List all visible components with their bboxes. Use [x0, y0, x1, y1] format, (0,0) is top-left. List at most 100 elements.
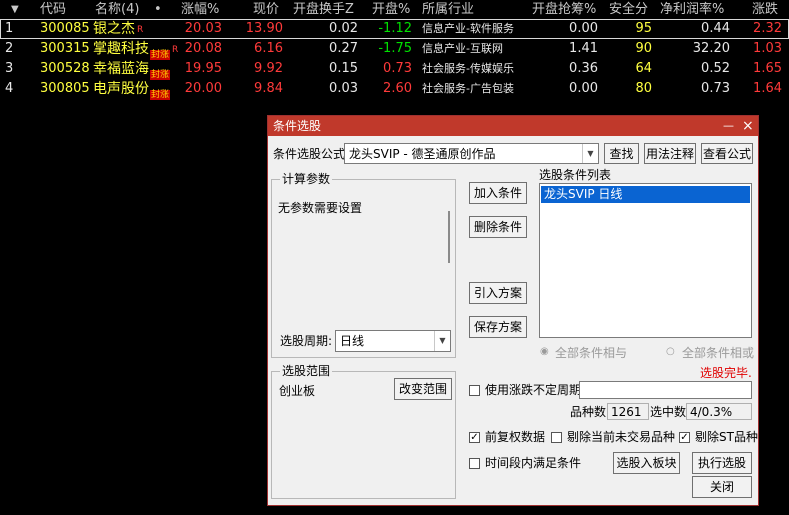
- price: 9.92: [254, 61, 283, 76]
- col-header-name[interactable]: 名称(4): [95, 0, 139, 19]
- delete-condition-button[interactable]: 删除条件: [469, 216, 527, 238]
- stock-code: 300528: [40, 61, 90, 76]
- col-header-open-chip[interactable]: 开盘抢筹%: [532, 0, 596, 19]
- chevron-down-icon[interactable]: ▼: [582, 144, 598, 163]
- table-row[interactable]: 1 300085 20.03 13.90 0.02 -1.12 信息产业-软件服务 0.00 9…: [0, 19, 789, 39]
- change-range-button[interactable]: 改变范围: [394, 378, 452, 400]
- view-formula-button[interactable]: 查看公式: [701, 143, 753, 164]
- table-row[interactable]: 3 300528 19.95 9.92 0.15 0.73 社会服务-传媒娱乐 0.36 64 0…: [0, 59, 789, 80]
- sort-indicator-icon[interactable]: ▼: [11, 0, 19, 19]
- use-period-checkbox[interactable]: [469, 385, 480, 396]
- col-header-code[interactable]: 代码: [40, 0, 66, 19]
- stock-name-cell: 掌趣科技 封涨 R: [93, 39, 178, 60]
- run-selection-button[interactable]: 执行选股: [692, 452, 752, 474]
- add-condition-button[interactable]: 加入条件: [469, 182, 527, 204]
- price: 13.90: [245, 21, 283, 36]
- adjusted-data-label: 前复权数据: [485, 430, 546, 444]
- stock-code: 300805: [40, 81, 90, 96]
- col-header-change[interactable]: 涨跌: [752, 0, 778, 19]
- change-pct: 20.00: [184, 81, 222, 96]
- selected-label: 选中数: [650, 405, 687, 419]
- params-group: 计算参数 无参数需要设置 选股周期: 日线 ▼: [271, 172, 456, 358]
- params-text: 无参数需要设置: [278, 201, 363, 215]
- col-header-dot: •: [154, 2, 162, 17]
- radio-or-label[interactable]: 全部条件相或: [682, 345, 754, 361]
- r-badge: R: [172, 45, 179, 55]
- minimize-icon[interactable]: —: [723, 116, 734, 136]
- radio-or-icon[interactable]: ○: [666, 346, 675, 357]
- open-turnover: 0.03: [329, 81, 358, 96]
- col-header-safety[interactable]: 安全分: [609, 0, 648, 19]
- time-range-checkbox[interactable]: [469, 458, 480, 469]
- change-pct: 19.95: [184, 61, 222, 76]
- period-value: 日线: [340, 334, 365, 348]
- usage-notes-button[interactable]: 用法注释: [644, 143, 696, 164]
- industry: 信息产业-互联网: [422, 42, 503, 55]
- save-scheme-button[interactable]: 保存方案: [469, 316, 527, 338]
- condition-list[interactable]: 龙头SVIP 日线: [539, 183, 752, 338]
- price: 9.84: [254, 81, 283, 96]
- open-pct: -1.12: [378, 21, 412, 36]
- row-index: 1: [5, 21, 14, 36]
- table-row[interactable]: 2 300315 20.08 6.16 0.27 -1.75 信息产业-互联网 1.41 90 3…: [0, 39, 789, 60]
- col-header-price[interactable]: 现价: [253, 0, 279, 19]
- stock-code: 300315: [40, 41, 90, 56]
- col-header-open-turnover[interactable]: 开盘换手Z: [293, 0, 354, 19]
- params-group-title: 计算参数: [280, 172, 333, 186]
- range-value: 创业板: [279, 384, 316, 398]
- open-turnover: 0.02: [329, 21, 358, 36]
- open-turnover: 0.15: [329, 61, 358, 76]
- col-header-change-pct[interactable]: 涨幅%: [181, 0, 219, 19]
- radio-and-icon[interactable]: ◉: [540, 346, 549, 357]
- stock-count-label: 品种数: [570, 405, 607, 419]
- range-group: 选股范围 创业板 改变范围: [271, 364, 456, 499]
- to-block-button[interactable]: 选股入板块: [613, 452, 680, 474]
- industry: 社会服务-广告包装: [422, 82, 514, 95]
- change-pct: 20.03: [184, 21, 222, 36]
- net-margin: 0.52: [701, 61, 730, 76]
- exclude-st-label: 剔除ST品种: [695, 430, 758, 444]
- dialog-title: 条件选股: [273, 119, 322, 133]
- table-row[interactable]: 4 300805 20.00 9.84 0.03 2.60 社会服务-广告包装 0.00 80 0…: [0, 79, 789, 100]
- stock-name: 银之杰: [93, 21, 135, 37]
- period-combobox[interactable]: 日线 ▼: [335, 330, 451, 352]
- stock-code: 300085: [40, 21, 90, 36]
- change: 1.65: [753, 61, 782, 76]
- net-margin: 0.44: [701, 21, 730, 36]
- row-index: 4: [5, 81, 14, 96]
- radio-and-label[interactable]: 全部条件相与: [555, 345, 627, 361]
- time-range-label: 时间段内满足条件: [485, 456, 582, 470]
- exclude-st-checkbox[interactable]: ✓: [679, 432, 690, 443]
- col-header-open-pct[interactable]: 开盘%: [372, 0, 410, 19]
- close-icon[interactable]: ×: [742, 116, 754, 136]
- find-button[interactable]: 查找: [604, 143, 639, 164]
- formula-value: 龙头SVIP - 德圣通原创作品: [349, 147, 496, 161]
- change: 1.64: [753, 81, 782, 96]
- row-index: 3: [5, 61, 14, 76]
- chevron-down-icon[interactable]: ▼: [434, 331, 450, 351]
- adjusted-data-checkbox[interactable]: ✓: [469, 432, 480, 443]
- limit-up-badge: 封涨: [150, 90, 171, 100]
- exclude-untraded-checkbox[interactable]: [551, 432, 562, 443]
- open-turnover: 0.27: [329, 41, 358, 56]
- import-scheme-button[interactable]: 引入方案: [469, 282, 527, 304]
- params-scrollbar[interactable]: [448, 211, 450, 263]
- condition-list-item[interactable]: 龙头SVIP 日线: [541, 186, 750, 203]
- stock-name-cell: 银之杰 R: [93, 19, 143, 40]
- industry: 社会服务-传媒娱乐: [422, 62, 514, 75]
- use-period-label: 使用涨跌不定周期: [485, 383, 582, 397]
- close-button[interactable]: 关闭: [692, 476, 752, 498]
- period-input[interactable]: [579, 381, 752, 399]
- formula-combobox[interactable]: 龙头SVIP - 德圣通原创作品 ▼: [344, 143, 599, 164]
- industry: 信息产业-软件服务: [422, 22, 514, 35]
- net-margin: 32.20: [692, 41, 730, 56]
- safety-score: 90: [635, 41, 652, 56]
- col-header-industry[interactable]: 所属行业: [422, 0, 474, 19]
- col-header-net-margin[interactable]: 净利润率%: [660, 0, 724, 19]
- open-pct: -1.75: [378, 41, 412, 56]
- status-text: 选股完毕.: [700, 366, 752, 380]
- open-pct: 2.60: [383, 81, 412, 96]
- open-chip: 0.36: [569, 61, 598, 76]
- safety-score: 95: [635, 21, 652, 36]
- dialog-titlebar[interactable]: 条件选股 — ×: [268, 116, 758, 136]
